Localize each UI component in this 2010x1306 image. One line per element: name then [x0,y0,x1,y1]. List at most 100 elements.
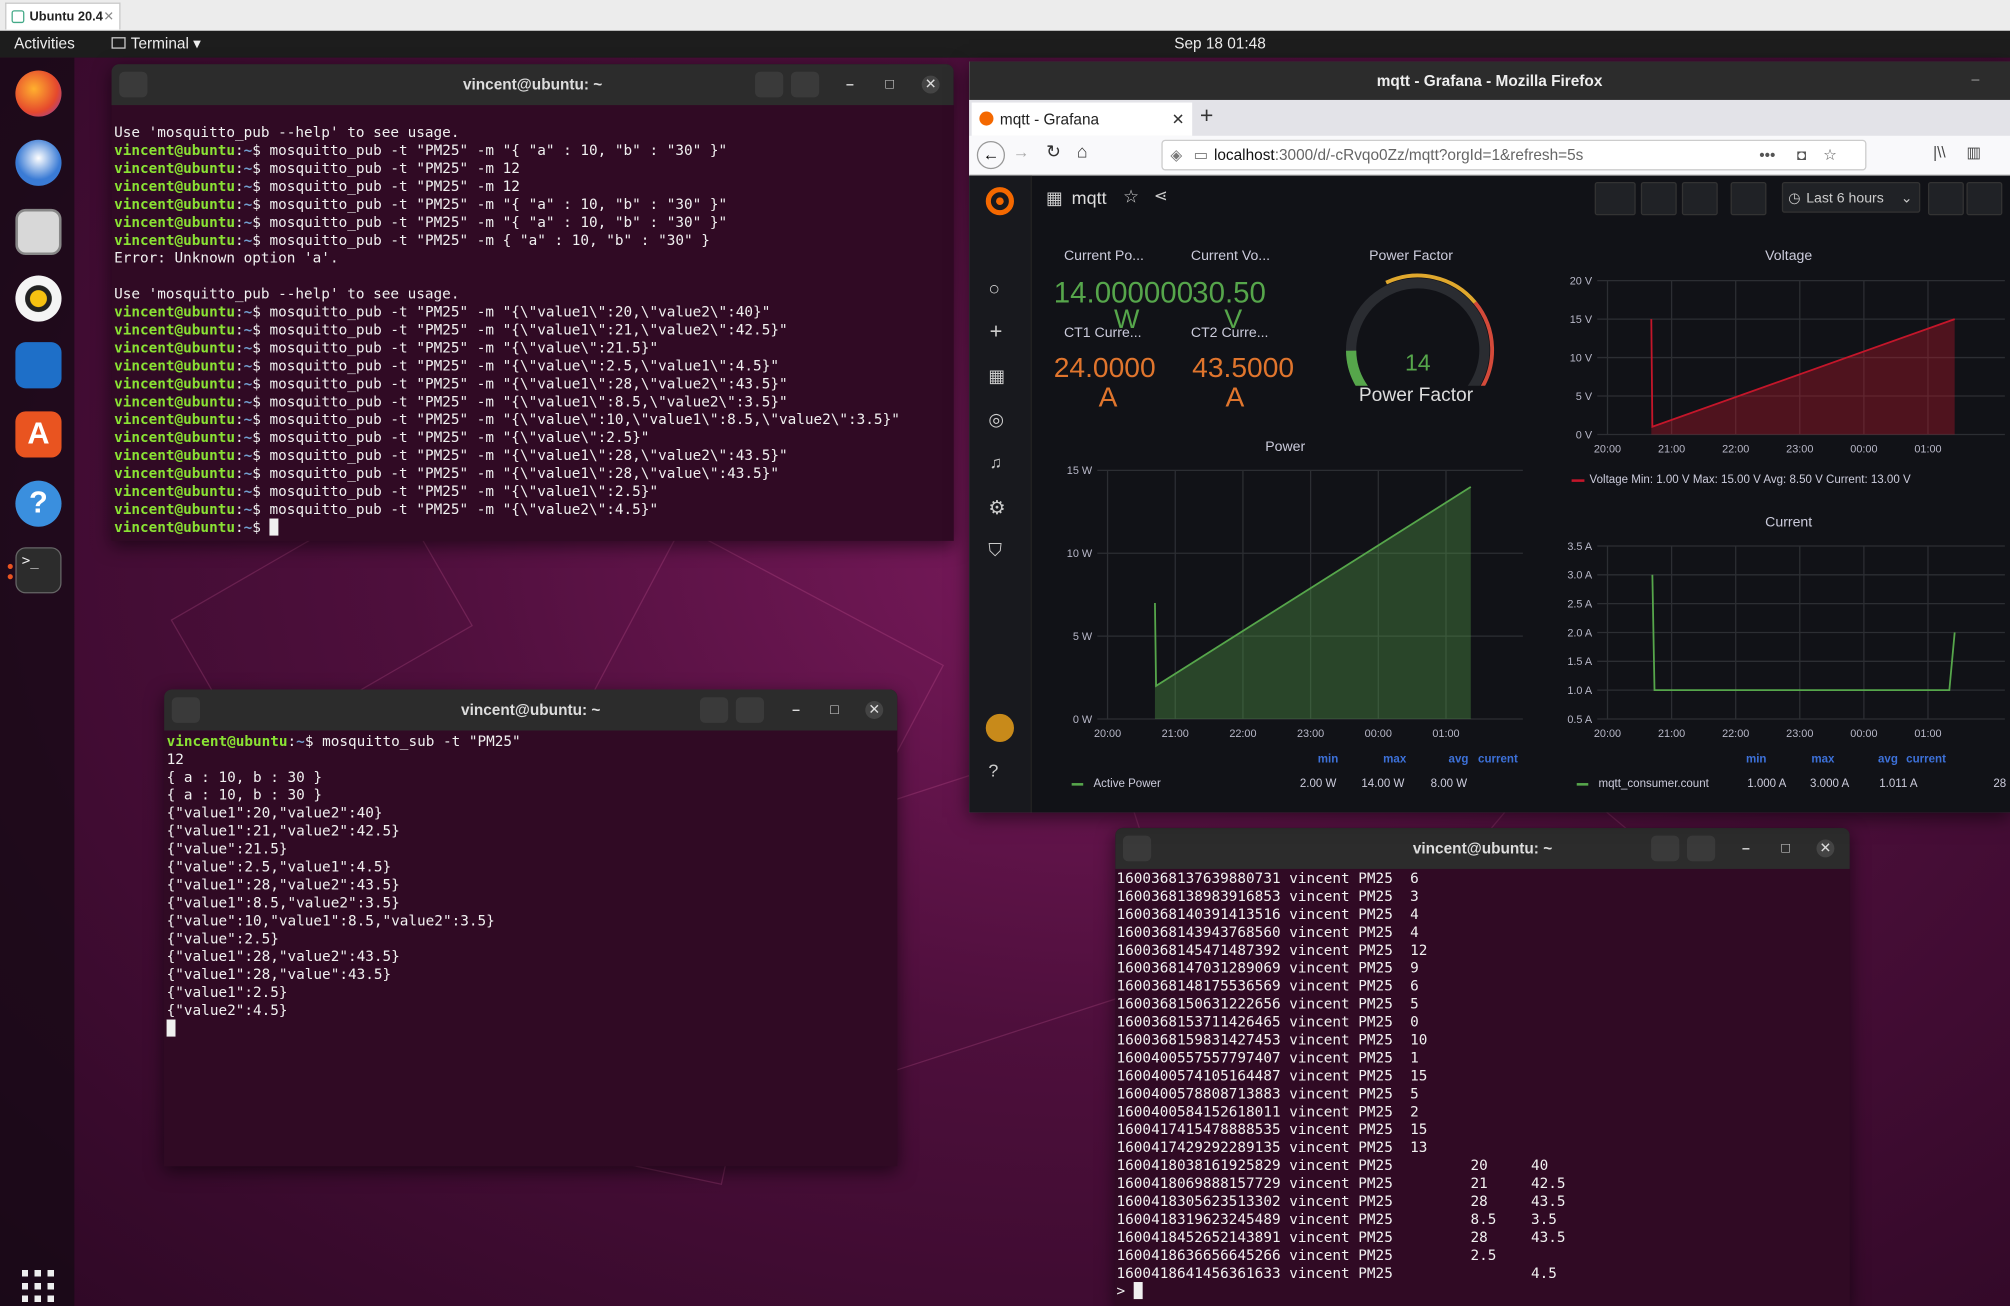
time-range-picker[interactable]: ◷ Last 6 hours ⌄ [1781,181,1921,213]
server-admin-shield-icon[interactable]: ⛉ [988,540,1001,562]
voltage-chart[interactable]: 0 V 5 V 10 V 15 V 20 V 20:00 21:00 22:00 23:00 00… [1541,270,2010,462]
minimize-icon[interactable]: – [787,701,805,719]
terminal-output[interactable]: vincent@ubuntu:~$ mosquitto_sub -t "PM25… [167,733,521,1038]
current-legend-series[interactable]: mqtt_consumer.count [1576,777,1709,789]
files-icon[interactable] [15,208,62,256]
firefox-window[interactable]: mqtt - Grafana - Mozilla Firefox – mqtt … [969,61,2010,813]
save-dashboard-icon[interactable] [1640,181,1677,216]
new-tab-icon[interactable] [119,71,148,98]
titlebar[interactable]: vincent@ubuntu: ~ – □ ✕ [1115,827,1850,869]
x-tick-label: 23:00 [1786,443,1813,455]
alerting-bell-icon[interactable]: ♫ [990,452,1002,471]
rhythmbox-icon[interactable] [15,275,62,322]
software-center-icon[interactable]: A [15,411,62,458]
reload-icon[interactable]: ↻ [1046,141,1061,163]
shield-icon[interactable]: ◈ [1170,141,1182,169]
power-chart[interactable]: 0 W 5 W 10 W 15 W 20:00 21:00 22:00 23:00 00:00 0… [1041,460,1528,747]
terminal-window-influx[interactable]: vincent@ubuntu: ~ – □ ✕ 1600368137639880… [1115,827,1850,1306]
activities-button[interactable]: Activities [14,35,75,53]
legend-header-min[interactable]: min [1746,752,1767,765]
dashboard-title[interactable]: mqtt [1072,187,1107,208]
forward-icon[interactable]: → [1013,142,1030,161]
search-icon[interactable] [1651,835,1680,862]
hamburger-menu-icon[interactable] [1686,835,1716,862]
close-tab-icon[interactable]: ✕ [1172,103,1185,136]
legend-header-avg[interactable]: avg [1878,752,1898,765]
minimize-icon[interactable]: – [841,76,859,94]
clock[interactable]: Sep 18 01:48 [1174,35,1266,53]
dock: A ? >_ [0,57,75,1306]
help-icon[interactable]: ? [988,760,998,781]
back-icon[interactable]: ← [976,140,1006,170]
star-icon[interactable]: ☆ [1123,186,1139,208]
library-icon[interactable]: |\\ [1933,144,1946,162]
current-chart[interactable]: 0.5 A 1.0 A 1.5 A 2.0 A 2.5 A 3.0 A 3.5 A 20:00… [1541,536,2010,747]
new-tab-icon[interactable]: + [1200,103,1213,130]
search-icon[interactable]: ○ [988,278,1000,300]
help-icon[interactable]: ? [15,480,62,527]
firefox-icon[interactable] [15,70,62,117]
explore-icon[interactable]: ◎ [988,409,1004,431]
titlebar[interactable]: vincent@ubuntu: ~ – □ ✕ [164,689,898,731]
sidebar-icon[interactable]: ▥ [1966,144,1981,162]
show-applications-icon[interactable] [21,1268,56,1303]
legend-header-avg[interactable]: avg [1449,752,1469,765]
voltage-legend[interactable]: Voltage Min: 1.00 V Max: 15.00 V Avg: 8.… [1571,473,1911,486]
bookmark-star-icon[interactable]: ☆ [1823,141,1837,169]
vm-tab[interactable]: Ubuntu 20.4 ✕ [5,2,121,31]
power-legend-series[interactable]: Active Power [1071,777,1161,789]
terminal-icon[interactable]: >_ [15,547,62,594]
url-bar[interactable]: ◈ ▭ localhost:3000/d/-cRvqo0Zz/mqtt?orgI… [1161,139,1867,171]
terminal-window-publisher[interactable]: vincent@ubuntu: ~ – □ ✕ Use 'mosquitto_p… [111,64,954,541]
maximize-icon[interactable]: □ [881,76,899,94]
minimize-icon[interactable]: – [1972,72,1980,87]
maximize-icon[interactable]: □ [826,701,844,719]
user-avatar[interactable] [985,713,1014,743]
legend-header-max[interactable]: max [1811,752,1834,765]
terminal-window-subscriber[interactable]: vincent@ubuntu: ~ – □ ✕ vincent@ubuntu:~… [164,689,898,1167]
home-icon[interactable]: ⌂ [1077,141,1088,162]
close-icon[interactable]: ✕ [865,701,884,719]
writer-icon[interactable] [15,342,62,389]
x-tick-label: 22:00 [1229,728,1256,740]
refresh-icon[interactable] [1966,181,2003,216]
dashboards-icon[interactable]: ▦ [988,365,1005,387]
hamburger-menu-icon[interactable] [790,71,820,98]
new-tab-icon[interactable] [1122,835,1152,862]
page-info-icon[interactable]: ▭ [1193,141,1208,169]
cycle-view-mode-icon[interactable] [1730,181,1767,216]
pocket-icon[interactable]: ◘ [1797,141,1806,169]
running-indicator [7,563,13,570]
terminal-output[interactable]: Use 'mosquitto_pub --help' to see usage.… [114,124,900,537]
create-icon[interactable]: + [990,319,1003,345]
configuration-gear-icon[interactable]: ⚙ [988,496,1005,519]
close-icon[interactable]: ✕ [103,4,114,31]
maximize-icon[interactable]: □ [1777,839,1795,857]
thunderbird-icon[interactable] [15,139,62,186]
grafana-logo-icon[interactable] [984,186,1015,217]
search-icon[interactable] [699,697,729,723]
dashboard-grid-icon[interactable]: ▦ [1046,187,1063,209]
search-icon[interactable] [755,71,784,98]
titlebar[interactable]: vincent@ubuntu: ~ – □ ✕ [111,64,954,106]
zoom-out-icon[interactable] [1927,181,1964,216]
terminal-output[interactable]: 1600368137639880731 vincent PM25 6 16003… [1117,870,1566,1301]
share-icon[interactable]: ⋖ [1154,186,1168,207]
panel-title-current: Current [1765,515,1813,531]
legend-header-max[interactable]: max [1383,752,1406,765]
tab-grafana[interactable]: mqtt - Grafana ✕ [971,102,1193,136]
minimize-icon[interactable]: – [1737,839,1755,857]
page-actions-icon[interactable]: ••• [1759,141,1775,169]
app-menu[interactable]: Terminal ▾ [111,35,201,53]
close-icon[interactable]: ✕ [921,75,940,94]
legend-header-min[interactable]: min [1318,752,1339,765]
x-tick-label: 20:00 [1594,728,1621,740]
legend-header-current[interactable]: current [1906,752,1946,765]
legend-value-max: 3.000 A [1810,776,1850,790]
hamburger-menu-icon[interactable] [735,697,765,723]
add-panel-icon[interactable] [1594,181,1636,216]
close-icon[interactable]: ✕ [1816,839,1835,858]
legend-header-current[interactable]: current [1478,752,1518,765]
new-tab-icon[interactable] [171,697,200,723]
dashboard-settings-gear-icon[interactable] [1681,181,1718,216]
